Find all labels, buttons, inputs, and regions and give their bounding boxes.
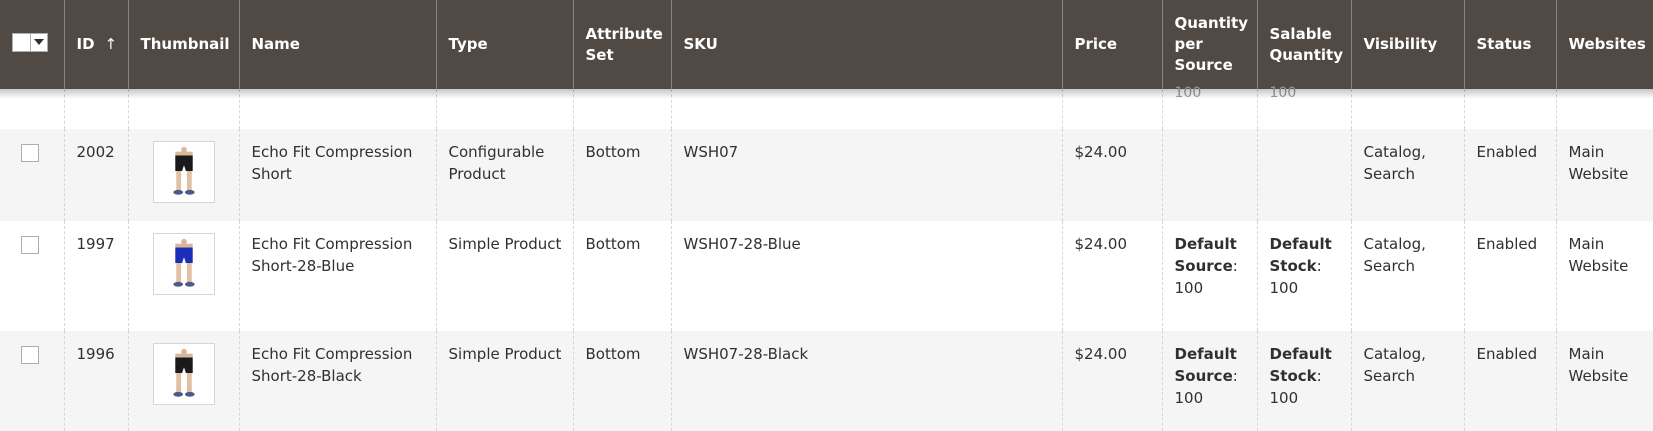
column-header-name[interactable]: Name	[238, 0, 436, 89]
cell-attribute-set: Bottom	[572, 129, 671, 221]
mass-select-checkbox[interactable]	[13, 33, 31, 51]
column-header-visibility[interactable]: Visibility	[1350, 0, 1464, 89]
cell-salable-quantity: Default Stock: 100	[1256, 221, 1351, 331]
source-label: Default Source	[1174, 345, 1237, 385]
stock-qty: 100	[1269, 279, 1299, 297]
table-row[interactable]: 2002 Echo Fit Compression Short Configur…	[0, 129, 1653, 221]
column-header-id-label: ID	[76, 35, 95, 53]
cell-price: $24.00	[1061, 221, 1162, 331]
mass-select-header	[0, 0, 64, 89]
cell-name: Echo Fit Compression Short-28-Blue	[238, 221, 436, 331]
source-label: Default Source	[1174, 235, 1237, 275]
cell-websites: Main Website	[1555, 221, 1653, 331]
cell-salable-quantity: Default Stock: 100	[1256, 331, 1351, 431]
cell-salable-quantity	[1256, 129, 1351, 221]
cell-status: Enabled	[1463, 331, 1556, 431]
row-select-checkbox[interactable]	[21, 144, 39, 162]
product-thumbnail-image[interactable]	[152, 233, 215, 295]
cell-sku: WSH07-28-Blue	[670, 221, 1062, 331]
cell-type: Simple Product	[435, 221, 573, 331]
partial-salable-qty: 100	[1269, 85, 1297, 101]
column-header-qty-per-source[interactable]: Quantity per Source	[1161, 0, 1257, 89]
cell-visibility: Catalog, Search	[1350, 221, 1464, 331]
row-select-checkbox[interactable]	[21, 346, 39, 364]
cell-id: 1996	[63, 331, 128, 431]
cell-price: $24.00	[1061, 331, 1162, 431]
product-thumbnail-image[interactable]	[152, 343, 215, 405]
column-header-thumbnail[interactable]: Thumbnail	[127, 0, 239, 89]
column-header-salable-quantity[interactable]: Salable Quantity	[1256, 0, 1351, 89]
cell-qty-per-source: Default Source: 100	[1161, 221, 1257, 331]
cell-name: Echo Fit Compression Short	[238, 129, 436, 221]
cell-qty-per-source	[1161, 129, 1257, 221]
column-header-websites[interactable]: Websites	[1555, 0, 1653, 89]
partial-source-qty: 100	[1174, 85, 1202, 101]
cell-qty-per-source: Default Source: 100	[1161, 331, 1257, 431]
column-header-id[interactable]: ID ↑	[63, 0, 128, 89]
cell-sku: WSH07	[670, 129, 1062, 221]
stock-label: Default Stock	[1269, 235, 1332, 275]
table-row[interactable]: 1996 Echo Fit Compression Short-28-Black…	[0, 331, 1653, 431]
column-header-type[interactable]: Type	[435, 0, 573, 89]
cell-type: Simple Product	[435, 331, 573, 431]
chevron-down-icon[interactable]	[31, 39, 47, 45]
sort-ascending-icon[interactable]: ↑	[105, 35, 118, 53]
mass-select-dropdown[interactable]	[12, 32, 48, 52]
cell-status: Enabled	[1463, 129, 1556, 221]
cell-attribute-set: Bottom	[572, 331, 671, 431]
cell-websites: Main Website	[1555, 331, 1653, 431]
cell-type: Configurable Product	[435, 129, 573, 221]
table-row-partial: 100 100	[0, 85, 1653, 129]
cell-name: Echo Fit Compression Short-28-Black	[238, 331, 436, 431]
cell-attribute-set: Bottom	[572, 221, 671, 331]
product-table: ID ↑ Thumbnail Name Type Attribute Set SK…	[0, 0, 1653, 431]
cell-id: 2002	[63, 129, 128, 221]
cell-websites: Main Website	[1555, 129, 1653, 221]
stock-label: Default Stock	[1269, 345, 1332, 385]
column-header-sku[interactable]: SKU	[670, 0, 1062, 89]
cell-visibility: Catalog, Search	[1350, 331, 1464, 431]
column-header-attribute-set[interactable]: Attribute Set	[572, 0, 671, 89]
source-qty: 100	[1174, 279, 1204, 297]
cell-price: $24.00	[1061, 129, 1162, 221]
product-thumbnail-image[interactable]	[152, 141, 215, 203]
product-grid: ID ↑ Thumbnail Name Type Attribute Set SK…	[0, 0, 1653, 431]
cell-id: 1997	[63, 221, 128, 331]
cell-sku: WSH07-28-Black	[670, 331, 1062, 431]
column-header-price[interactable]: Price	[1061, 0, 1162, 89]
table-row[interactable]: 1997 Echo Fit Compression Short-28-Blue …	[0, 221, 1653, 331]
column-header-status[interactable]: Status	[1463, 0, 1556, 89]
row-select-checkbox[interactable]	[21, 236, 39, 254]
stock-qty: 100	[1269, 389, 1299, 407]
cell-status: Enabled	[1463, 221, 1556, 331]
source-qty: 100	[1174, 389, 1204, 407]
header-row: ID ↑ Thumbnail Name Type Attribute Set SK…	[0, 0, 1653, 89]
cell-visibility: Catalog, Search	[1350, 129, 1464, 221]
